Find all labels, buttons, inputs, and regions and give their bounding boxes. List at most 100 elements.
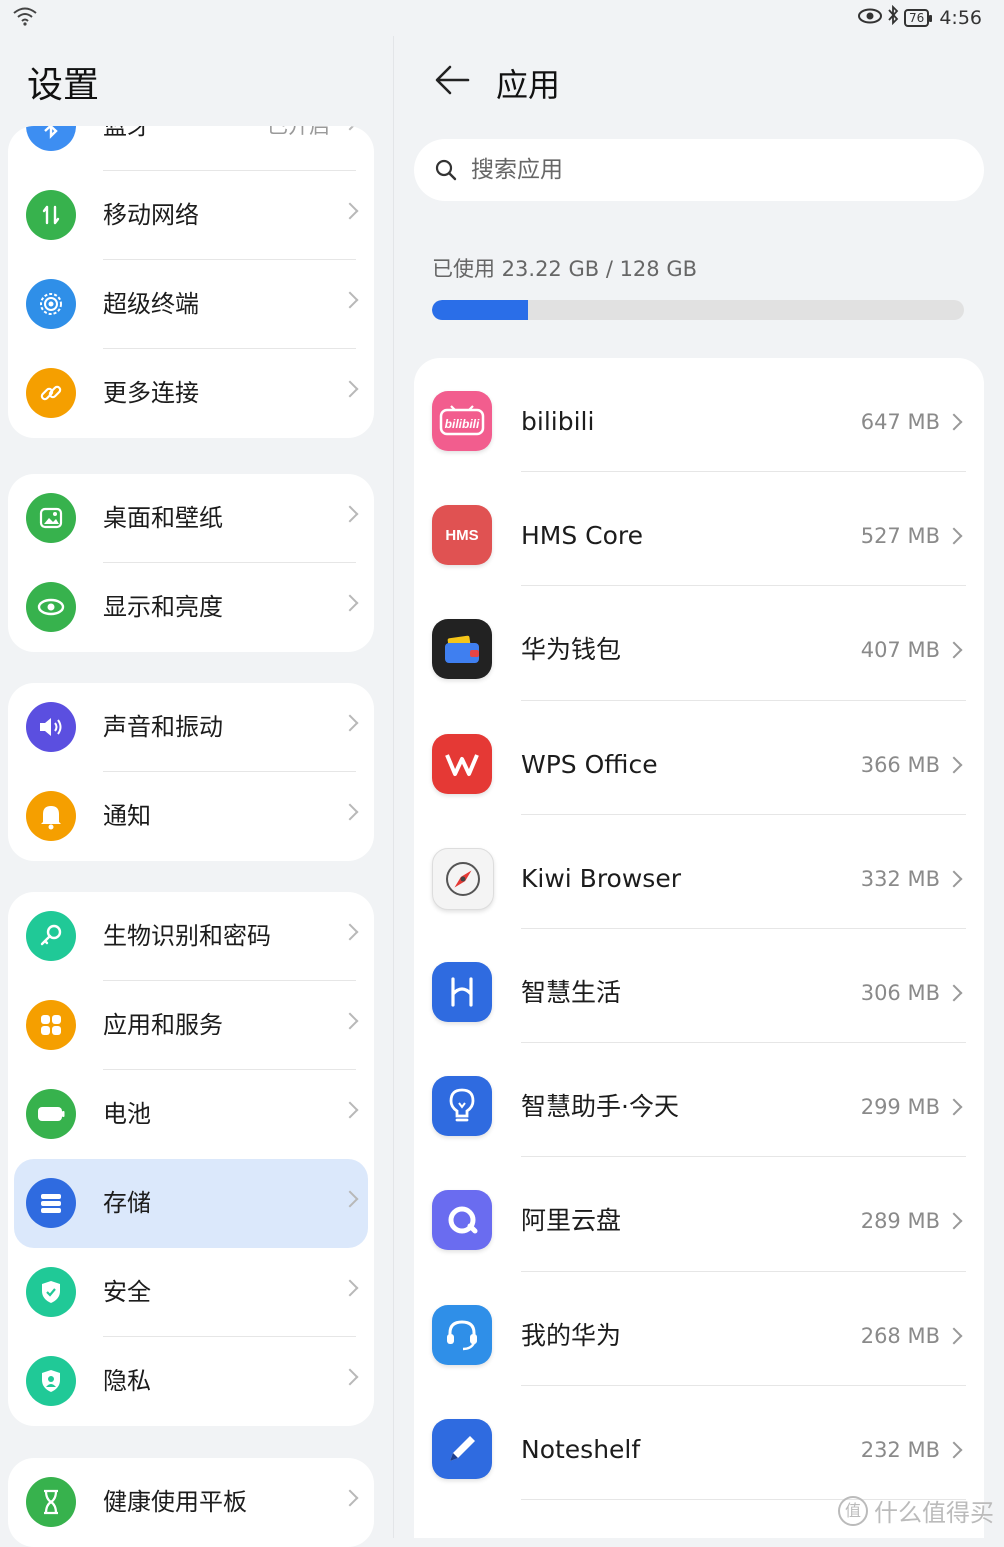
settings-title: 设置 <box>27 65 100 106</box>
settings-item-label: 电池 <box>103 1100 151 1128</box>
shield-icon <box>26 1267 76 1317</box>
settings-item-label: 安全 <box>103 1278 151 1306</box>
chevron-right-icon <box>341 505 359 523</box>
app-row[interactable]: HMS HMS Core 527 MB <box>414 472 984 587</box>
link-icon <box>26 368 76 418</box>
app-size: 289 MB <box>860 1209 940 1234</box>
settings-item-label: 应用和服务 <box>103 1011 223 1039</box>
smart-life-icon <box>432 961 492 1022</box>
app-row[interactable]: Noteshelf 232 MB <box>414 1386 984 1500</box>
settings-card: 蓝牙 已开启移动网络超级终端更多连接 <box>8 126 374 438</box>
app-row[interactable]: 智慧助手·今天 299 MB <box>414 1043 984 1158</box>
app-row[interactable]: bilibili bilibili 647 MB <box>414 358 984 473</box>
settings-item-label: 移动网络 <box>103 201 199 229</box>
key-icon <box>26 911 76 961</box>
status-bar: 76 4:56 <box>0 0 1004 36</box>
chevron-right-icon <box>341 923 359 941</box>
bell-icon <box>26 791 76 841</box>
app-size: 527 MB <box>860 524 940 549</box>
chevron-right-icon <box>945 413 963 431</box>
page-title: 应用 <box>496 66 561 104</box>
app-row[interactable]: 我的华为 268 MB <box>414 1272 984 1386</box>
app-row[interactable]: Kiwi Browser 332 MB <box>414 815 984 929</box>
app-size: 306 MB <box>860 980 940 1005</box>
settings-item-label: 更多连接 <box>103 379 199 407</box>
watermark-text: 什么值得买 <box>874 1499 994 1527</box>
settings-item-mobile-data[interactable]: 移动网络 <box>8 171 374 260</box>
settings-item-battery[interactable]: 电池 <box>8 1070 374 1159</box>
clock: 4:56 <box>939 6 982 29</box>
chevron-right-icon <box>341 202 359 220</box>
app-name: 智慧助手·今天 <box>521 1092 679 1122</box>
settings-card: 生物识别和密码应用和服务电池存储安全隐私 <box>8 892 374 1426</box>
battery-status: 76 <box>904 8 933 27</box>
apps-icon <box>26 1000 76 1050</box>
chevron-right-icon <box>341 126 359 131</box>
app-name: HMS Core <box>521 521 644 551</box>
chevron-right-icon <box>341 1012 359 1030</box>
aliyun-drive-icon <box>432 1190 492 1251</box>
chevron-right-icon <box>945 1327 963 1344</box>
settings-item-apps[interactable]: 应用和服务 <box>8 981 374 1070</box>
settings-card: 健康使用平板 <box>8 1458 374 1547</box>
pen-icon <box>432 1418 492 1479</box>
settings-item-value: 已开启 <box>267 126 330 138</box>
watermark: 值 什么值得买 <box>838 1493 994 1528</box>
lightbulb-icon <box>432 1076 492 1137</box>
settings-item-eye[interactable]: 显示和亮度 <box>8 563 374 652</box>
app-row[interactable]: 智慧生活 306 MB <box>414 929 984 1044</box>
settings-item-wallpaper[interactable]: 桌面和壁纸 <box>8 474 374 563</box>
status-icons: 76 4:56 <box>858 4 982 30</box>
settings-item-privacy[interactable]: 隐私 <box>8 1337 374 1426</box>
chevron-right-icon <box>945 870 963 888</box>
storage-icon <box>26 1178 76 1228</box>
chevron-right-icon <box>945 1212 963 1230</box>
settings-item-shield[interactable]: 安全 <box>8 1248 374 1337</box>
settings-item-hourglass[interactable]: 健康使用平板 <box>8 1458 374 1547</box>
chevron-right-icon <box>341 1190 359 1208</box>
search-icon <box>435 159 457 181</box>
search-placeholder: 搜索应用 <box>471 157 563 183</box>
app-row[interactable]: 阿里云盘 289 MB <box>414 1157 984 1272</box>
settings-item-link[interactable]: 更多连接 <box>8 349 374 438</box>
app-name: bilibili <box>521 407 595 436</box>
back-arrow-icon[interactable] <box>432 62 472 98</box>
chevron-right-icon <box>945 1441 963 1459</box>
chevron-right-icon <box>945 527 963 545</box>
wallet-icon <box>432 619 492 680</box>
settings-item-label: 存储 <box>103 1189 151 1217</box>
app-size: 268 MB <box>860 1323 940 1348</box>
app-name: WPS Office <box>521 749 658 779</box>
hms-core-icon: HMS <box>432 505 492 566</box>
settings-item-label: 蓝牙 <box>103 126 151 140</box>
settings-item-storage[interactable]: 存储 <box>14 1159 368 1248</box>
wallpaper-icon <box>26 493 76 543</box>
settings-item-label: 通知 <box>103 802 151 830</box>
app-row[interactable]: WPS Office 366 MB <box>414 701 984 815</box>
chevron-right-icon <box>945 641 963 659</box>
panel-divider <box>393 36 394 1538</box>
settings-item-key[interactable]: 生物识别和密码 <box>8 892 374 981</box>
storage-usage-text: 已使用 23.22 GB / 128 GB <box>432 257 698 281</box>
chevron-right-icon <box>341 1489 359 1507</box>
settings-item-speaker[interactable]: 声音和振动 <box>8 683 374 772</box>
bluetooth-icon <box>26 126 76 151</box>
settings-item-super-device[interactable]: 超级终端 <box>8 260 374 349</box>
privacy-icon <box>26 1356 76 1406</box>
chevron-right-icon <box>341 1368 359 1386</box>
app-size: 332 MB <box>860 866 940 891</box>
chevron-right-icon <box>341 380 359 398</box>
app-row[interactable]: 华为钱包 407 MB <box>414 586 984 701</box>
svg-text:HMS: HMS <box>445 527 478 544</box>
wps-icon <box>432 733 492 794</box>
settings-item-bell[interactable]: 通知 <box>8 772 374 861</box>
settings-item-bluetooth[interactable]: 蓝牙 已开启 <box>8 126 374 171</box>
app-size: 407 MB <box>860 638 940 663</box>
eye-comfort-icon <box>858 7 883 29</box>
settings-card: 桌面和壁纸 显示和亮度 <box>8 474 374 652</box>
headset-icon <box>432 1304 492 1365</box>
app-name: 智慧生活 <box>521 977 622 1007</box>
search-input[interactable]: 搜索应用 <box>414 139 984 201</box>
settings-card: 声音和振动通知 <box>8 683 374 861</box>
app-list: bilibili bilibili 647 MB HMS HMS Core 527 MB 华… <box>414 358 984 1538</box>
